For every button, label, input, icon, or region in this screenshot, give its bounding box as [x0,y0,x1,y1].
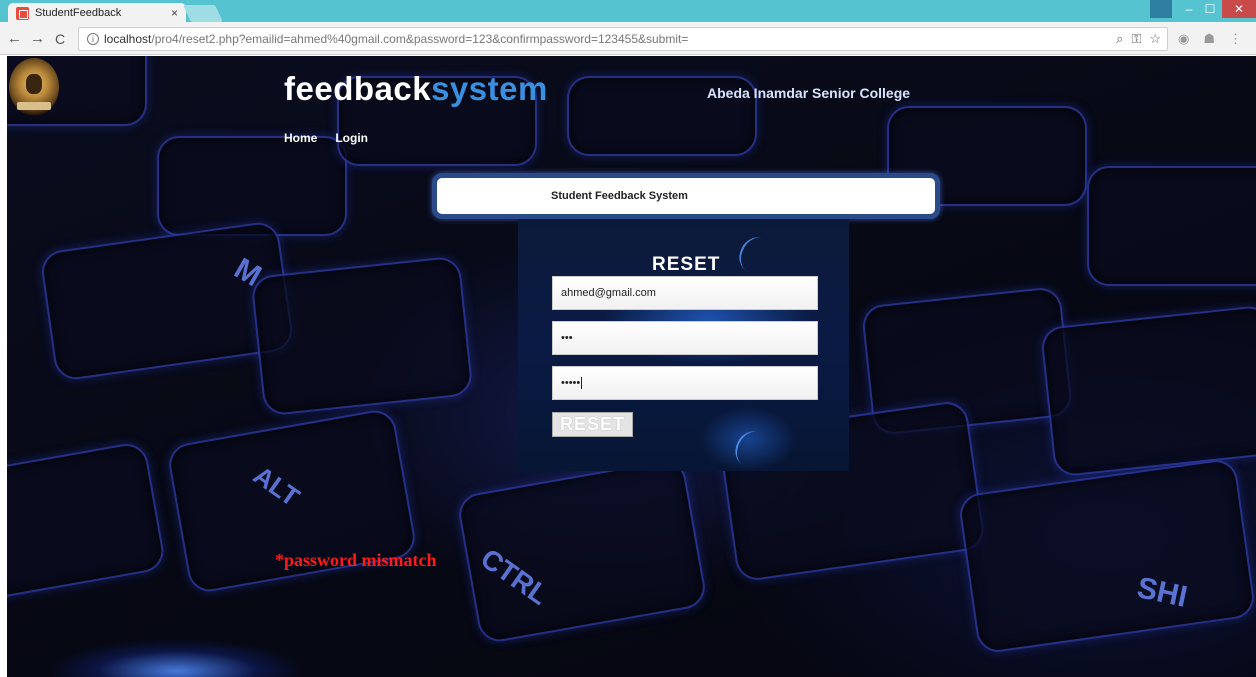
window-user-badge [1150,0,1172,18]
browser-toolbar: ← → C i localhost/pro4/reset2.php?emaili… [0,22,1256,55]
college-logo [9,58,59,116]
back-button[interactable]: ← [7,30,22,47]
tab-close-icon[interactable]: × [171,6,178,20]
panel-swirl-decoration [729,426,773,472]
key-icon[interactable]: ⚿ [1131,31,1141,47]
info-icon[interactable]: i [87,33,99,45]
text-caret [581,377,583,389]
brand-part1: feedback [284,70,432,107]
bg-key [1039,304,1256,478]
browser-titlebar: StudentFeedback × – ☐ ✕ [0,0,1256,23]
bg-key [250,255,474,417]
page-content: M ALT CTRL SHI feedbacksystem Abeda Inam… [7,56,1256,677]
banner-text: Student Feedback System [551,190,688,202]
tab-title: StudentFeedback [35,7,122,19]
browser-tab[interactable]: StudentFeedback × [8,3,186,23]
bg-key [7,440,167,602]
window-close-button[interactable]: ✕ [1222,0,1256,18]
email-field[interactable]: ahmed@gmail.com [552,276,818,310]
star-icon[interactable]: ☆ [1149,31,1161,47]
bg-key [1087,166,1256,286]
new-tab-button[interactable] [183,5,223,22]
error-message: *password mismatch [275,550,437,570]
address-bar[interactable]: i localhost/pro4/reset2.php?emailid=ahme… [78,27,1168,51]
nav-login[interactable]: Login [335,131,368,145]
reset-panel: RESET ahmed@gmail.com ••• ••••• RESET [518,219,849,472]
site-brand: feedbacksystem [284,70,548,108]
bg-key [957,457,1256,655]
brand-part2: system [431,70,548,107]
forward-button[interactable]: → [30,30,45,47]
site-nav: Home Login [284,131,368,145]
reset-button[interactable]: RESET [552,412,633,437]
password-field[interactable]: ••• [552,321,818,355]
bg-key [157,136,347,236]
reload-button[interactable]: C [55,31,65,47]
nav-home[interactable]: Home [284,131,317,145]
url-host: localhost [104,32,152,46]
email-value: ahmed@gmail.com [561,287,656,299]
url-text: localhost/pro4/reset2.php?emailid=ahmed%… [104,32,688,46]
favicon-icon [16,6,29,20]
confirm-password-field[interactable]: ••••• [552,366,818,400]
reset-title: RESET [652,254,721,275]
menu-icon[interactable]: ⋮ [1229,31,1242,47]
zoom-icon[interactable]: ⌕ [1116,31,1123,47]
extension-icon[interactable]: ◉ [1178,31,1189,47]
profile-icon[interactable]: ☗ [1203,31,1215,47]
college-name: Abeda Inamdar Senior College [707,85,911,101]
window-minimize-button[interactable]: – [1176,0,1202,18]
window-maximize-button[interactable]: ☐ [1200,0,1220,18]
panel-swirl-decoration [733,232,777,278]
system-banner: Student Feedback System [432,173,940,219]
url-path: /pro4/reset2.php?emailid=ahmed%40gmail.c… [151,32,689,46]
password-value: ••• [561,332,573,344]
confirm-password-value: ••••• [561,377,581,389]
